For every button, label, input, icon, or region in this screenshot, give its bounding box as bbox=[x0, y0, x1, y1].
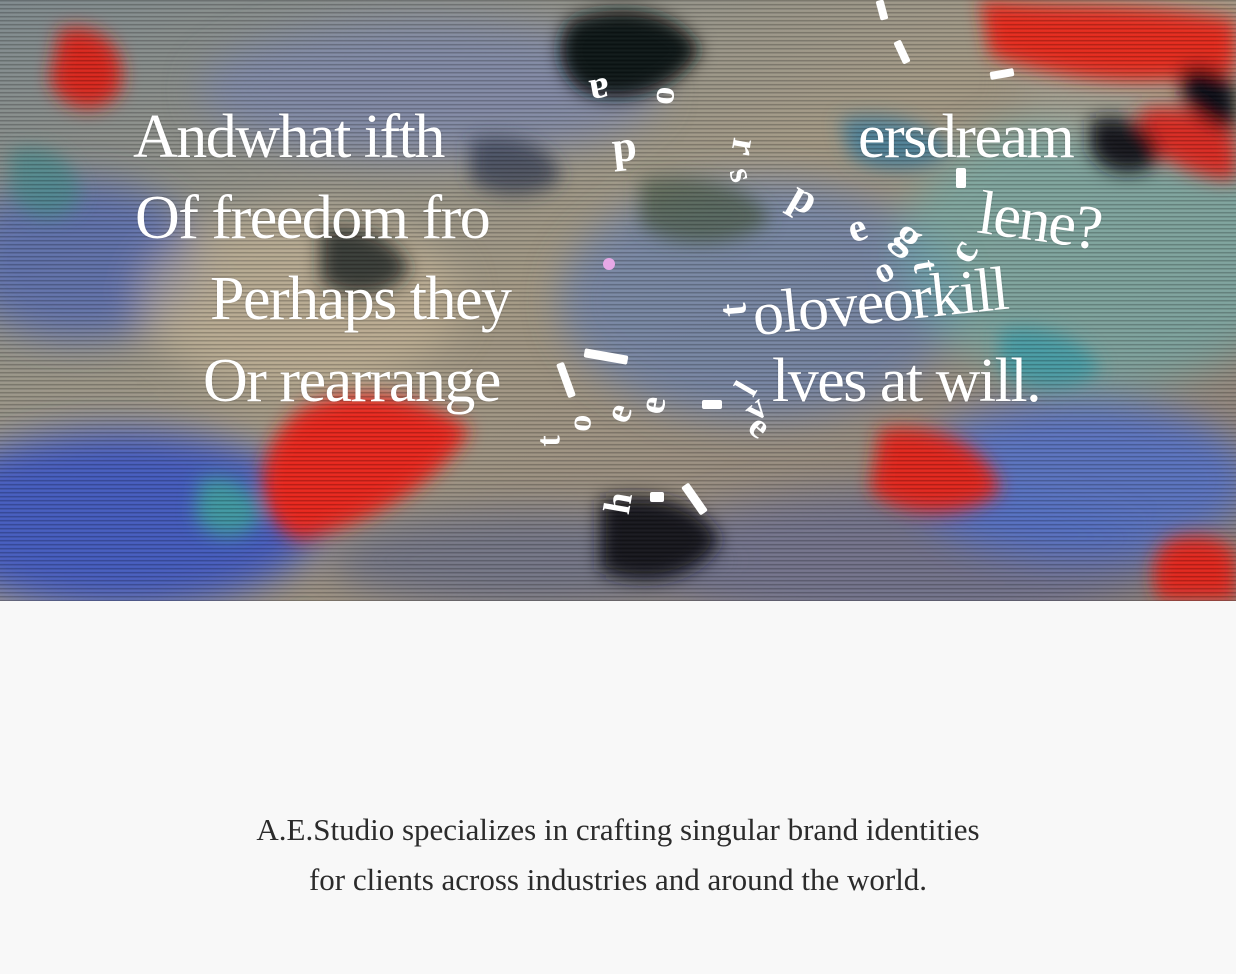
scattered-glyph: o bbox=[560, 412, 600, 434]
about-section: A.E.Studio specializes in crafting singu… bbox=[0, 805, 1236, 905]
scattered-glyph: t bbox=[530, 435, 568, 447]
poem-line-4: Or rearrange bbox=[203, 347, 501, 415]
scattered-glyph: p bbox=[609, 120, 639, 173]
scattered-stroke bbox=[702, 400, 722, 409]
poem-line-2: Of freedom fro bbox=[135, 184, 491, 252]
tagline-line-2: for clients across industries and around… bbox=[308, 862, 928, 897]
scattered-glyph: o bbox=[648, 85, 690, 107]
poem-line-8: lves at will. bbox=[772, 347, 1042, 415]
poem-line-6: lene? bbox=[973, 178, 1106, 264]
scattered-stroke bbox=[956, 168, 966, 188]
poem-line-3: Perhaps they bbox=[210, 265, 512, 333]
tagline-line-1: A.E.Studio specializes in crafting singu… bbox=[256, 812, 980, 847]
poem-line-1: Andwhat ifth bbox=[133, 103, 445, 171]
poem-line-5: ersdream bbox=[858, 103, 1075, 171]
hero-section: Andwhat ifth Of freedom fro Perhaps they… bbox=[0, 0, 1236, 601]
scattered-stroke bbox=[650, 492, 664, 502]
cursor-dot bbox=[603, 258, 615, 270]
